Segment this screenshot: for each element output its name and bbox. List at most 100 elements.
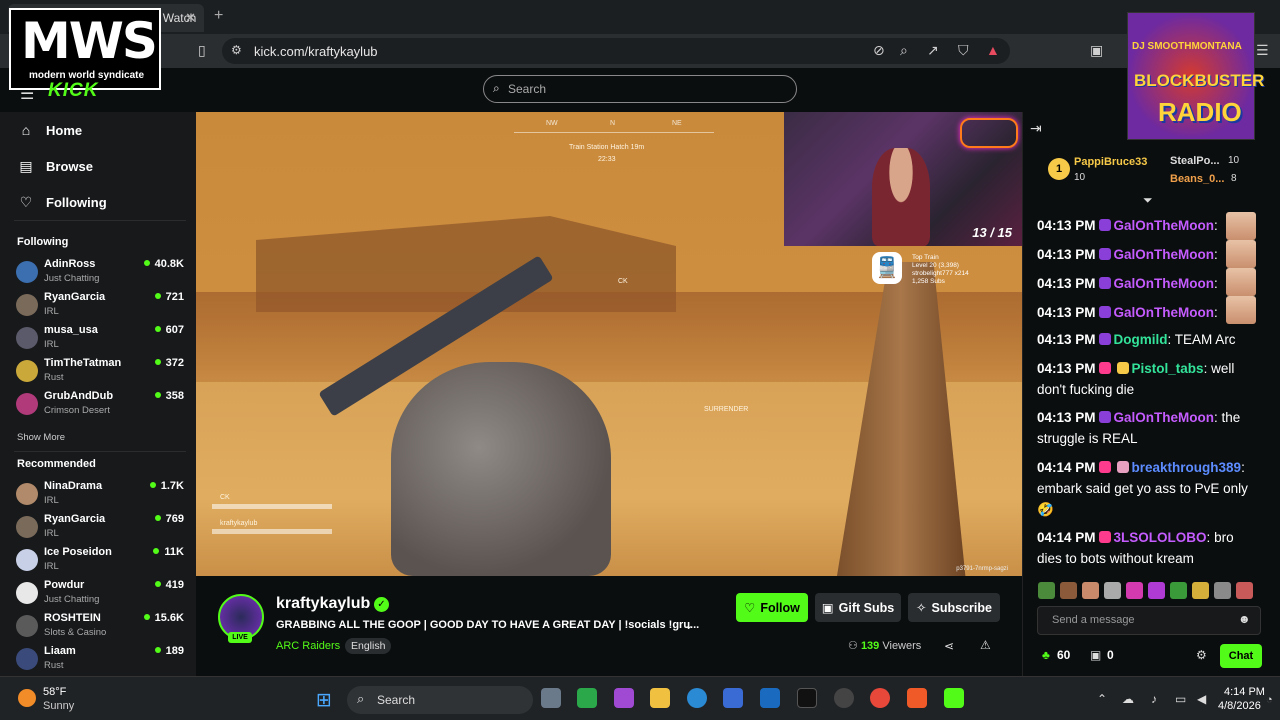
chevron-down-icon[interactable]: ⌄ <box>684 619 693 632</box>
emote-icon[interactable] <box>1214 582 1231 599</box>
store-icon[interactable] <box>723 688 743 708</box>
task-view-icon[interactable] <box>541 688 561 708</box>
emote-icon[interactable] <box>1126 582 1143 599</box>
emoji-picker-icon[interactable]: ☻ <box>1238 612 1251 626</box>
video-player[interactable]: NW N NE Train Station Hatch 19m 22:33 CK… <box>196 112 1022 576</box>
mute-icon[interactable]: ⊘ <box>873 42 885 59</box>
copilot-icon[interactable] <box>614 688 634 708</box>
new-tab-button[interactable]: + <box>214 7 223 25</box>
steam-icon[interactable] <box>834 688 854 708</box>
emote-icon[interactable] <box>1104 582 1121 599</box>
xbox-icon[interactable] <box>577 688 597 708</box>
menu-icon[interactable]: ☰ <box>1256 42 1269 59</box>
following-channel-musa-usa[interactable]: musa_usa IRL 607 <box>16 324 184 354</box>
gift-subs-button[interactable]: ▣ Gift Subs <box>815 593 901 622</box>
volume-icon[interactable]: ◀ <box>1197 692 1206 706</box>
nav-browse[interactable]: ▤ Browse <box>18 158 93 175</box>
emote-icon[interactable] <box>1236 582 1253 599</box>
recommended-channel-liaam[interactable]: Liaam Rust 189 <box>16 645 184 675</box>
message-time: 04:13 PM <box>1037 332 1096 347</box>
collapse-chat-icon[interactable]: ⇥ <box>1030 120 1042 137</box>
following-channel-ryangarcia[interactable]: RyanGarcia IRL 721 <box>16 291 184 321</box>
taskbar-search[interactable]: ⌕ Search <box>347 686 533 714</box>
weather-icon[interactable] <box>18 689 36 707</box>
clock-time[interactable]: 4:14 PM <box>1224 686 1265 698</box>
nav-home[interactable]: ⌂ Home <box>18 122 82 138</box>
chrome-icon[interactable] <box>870 688 890 708</box>
following-channel-grubanddub[interactable]: GrubAndDub Crimson Desert 358 <box>16 390 184 420</box>
message-user[interactable]: GalOnTheMoon <box>1114 218 1215 233</box>
start-icon[interactable]: ⊞ <box>316 689 332 712</box>
rewards-icon[interactable]: ▲ <box>986 42 1000 58</box>
emote-icon[interactable] <box>1192 582 1209 599</box>
search-input[interactable]: ⌕ Search <box>483 75 797 103</box>
message-user[interactable]: breakthrough389 <box>1132 460 1242 475</box>
outlook-icon[interactable] <box>760 688 780 708</box>
emote-icon[interactable] <box>1082 582 1099 599</box>
message-user[interactable]: Pistol_tabs <box>1132 361 1204 376</box>
follow-button[interactable]: ♡ Follow <box>736 593 808 622</box>
tiktok-icon[interactable] <box>797 688 817 708</box>
chat-message: 04:13 PM Dogmild: TEAM Arc <box>1037 332 1236 347</box>
kick-app-icon[interactable] <box>944 688 964 708</box>
report-icon[interactable]: ⚠ <box>980 638 991 652</box>
share-icon[interactable]: ⋖ <box>944 639 954 653</box>
share-icon[interactable]: ↗ <box>927 42 939 59</box>
recommended-channel-roshtein[interactable]: ROSHTEIN Slots & Casino 15.6K <box>16 612 184 642</box>
reader-icon[interactable]: ▣ <box>1090 42 1103 59</box>
url-field[interactable]: kick.com/kraftykaylub <box>222 38 1010 64</box>
file-explorer-icon[interactable] <box>650 688 670 708</box>
message-time: 04:13 PM <box>1037 305 1096 320</box>
chat-message: 04:13 PM Pistol_tabs: well don't fucking … <box>1037 361 1235 397</box>
show-more-link[interactable]: Show More <box>17 432 65 443</box>
site-settings-icon[interactable]: ⚙ <box>231 43 242 57</box>
nav-following[interactable]: ♡ Following <box>18 194 107 211</box>
pin-icon[interactable]: ⏷ <box>1143 193 1153 208</box>
message-user[interactable]: GalOnTheMoon <box>1114 305 1215 320</box>
chat-input[interactable]: Send a message <box>1037 606 1261 635</box>
top-gifter-name[interactable]: PappiBruce33 <box>1074 156 1147 168</box>
kick-logo[interactable]: KICK <box>48 80 98 102</box>
category-link[interactable]: ARC Raiders <box>276 640 340 652</box>
subscribe-button[interactable]: ✧ Subscribe <box>908 593 1000 622</box>
brave-icon[interactable] <box>907 688 927 708</box>
emote-icon[interactable] <box>1170 582 1187 599</box>
language-tag[interactable]: English <box>345 638 392 654</box>
clock-date[interactable]: 4/8/2026 <box>1218 700 1261 712</box>
recommended-channel-ryangarcia[interactable]: RyanGarcia IRL 769 <box>16 513 184 543</box>
channel-name[interactable]: kraftykaylub <box>276 595 370 613</box>
gift-icon[interactable]: ▣ <box>1090 648 1101 662</box>
message-user[interactable]: GalOnTheMoon <box>1114 410 1215 425</box>
chat-send-button[interactable]: Chat <box>1220 644 1262 668</box>
recommended-channel-ninadrama[interactable]: NinaDrama IRL 1.7K <box>16 480 184 510</box>
recommended-channel-iceposeidon[interactable]: Ice Poseidon IRL 11K <box>16 546 184 576</box>
network-icon[interactable]: ▭ <box>1175 692 1186 706</box>
edge-icon[interactable] <box>687 688 707 708</box>
bookmark-icon[interactable]: ▯ <box>198 42 206 59</box>
chevron-up-icon[interactable]: ⌃ <box>1097 692 1107 706</box>
recommended-channel-powdur[interactable]: Powdur Just Chatting 419 <box>16 579 184 609</box>
gifter-badge-icon <box>1116 461 1129 473</box>
emote-icon[interactable] <box>1060 582 1077 599</box>
blockbuster-radio-logo: DJ SMOOTHMONTANA BLOCKBUSTER RADIO <box>1127 12 1264 140</box>
message-user[interactable]: GalOnTheMoon <box>1114 247 1215 262</box>
message-user[interactable]: GalOnTheMoon <box>1114 276 1215 291</box>
close-tab-icon[interactable]: ✕ <box>185 10 196 26</box>
channel-category: Just Chatting <box>44 273 100 284</box>
viewer-count: 769 <box>155 513 184 525</box>
following-channel-adinross[interactable]: AdinRoss Just Chatting 40.8K <box>16 258 184 288</box>
notification-icon[interactable]: ◔ <box>1266 694 1273 706</box>
brave-shield-icon[interactable]: ⛉ <box>958 42 969 59</box>
gifter-name[interactable]: StealPo... <box>1170 155 1220 167</box>
emote-icon[interactable] <box>1148 582 1165 599</box>
zoom-icon[interactable]: ⌕ <box>900 42 908 59</box>
message-user[interactable]: Dogmild <box>1114 332 1168 347</box>
emote-icon[interactable] <box>1038 582 1055 599</box>
following-channel-timthetatman[interactable]: TimTheTatman Rust 372 <box>16 357 184 387</box>
cloud-icon[interactable]: ☁ <box>1122 692 1134 706</box>
mic-icon[interactable]: ♪ <box>1151 692 1157 706</box>
gifter-name[interactable]: Beans_0... <box>1170 173 1224 185</box>
gear-icon[interactable]: ⚙ <box>1196 648 1207 662</box>
compass-n: N <box>610 120 616 127</box>
message-user[interactable]: 3LSOLOLOBO <box>1114 530 1207 545</box>
